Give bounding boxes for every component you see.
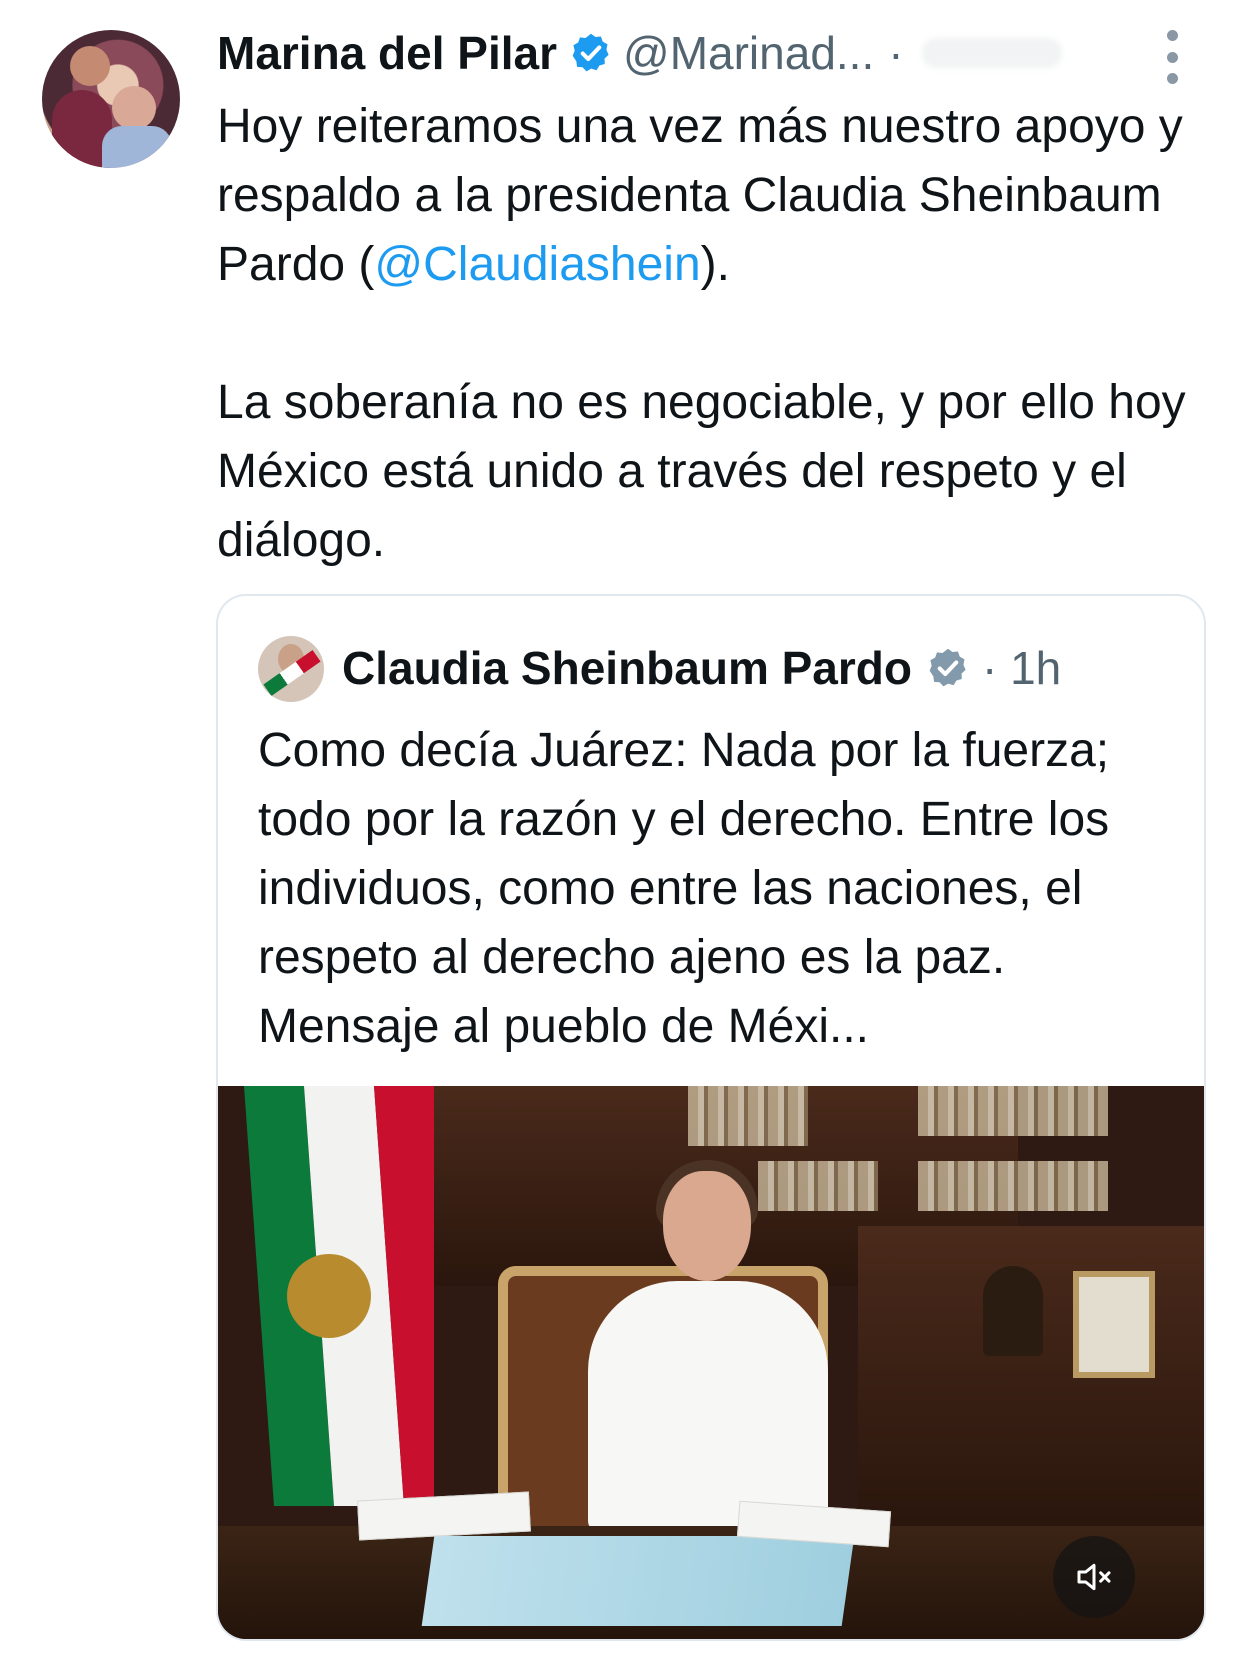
more-vertical-icon[interactable]: [1160, 30, 1184, 84]
quoted-tweet[interactable]: Claudia Sheinbaum Pardo · 1h Como decía …: [216, 594, 1206, 1641]
quoted-author-name[interactable]: Claudia Sheinbaum Pardo: [342, 641, 912, 695]
volume-muted-icon[interactable]: [1053, 1536, 1135, 1618]
verified-badge-icon: [569, 31, 613, 75]
mention-link[interactable]: @Claudiashein: [374, 238, 700, 291]
flag-image: [244, 1086, 434, 1506]
author-name[interactable]: Marina del Pilar: [217, 26, 557, 80]
quoted-avatar[interactable]: [258, 636, 324, 702]
quoted-header: Claudia Sheinbaum Pardo · 1h: [342, 634, 1061, 702]
speaker-face: [663, 1171, 751, 1281]
speaker-body: [588, 1281, 828, 1531]
blurred-timestamp: [921, 38, 1062, 68]
quoted-timestamp[interactable]: · 1h: [982, 641, 1061, 695]
tweet-paragraph-2: La soberanía no es negociable, y por ell…: [217, 376, 1186, 567]
tweet-paragraph-1: Hoy reiteramos una vez más nuestro apoyo…: [217, 92, 1217, 299]
quoted-text: Como decía Juárez: Nada por la fuerza; t…: [258, 724, 1110, 1053]
tweet-text: Hoy reiteramos una vez más nuestro apoyo…: [217, 92, 1217, 575]
author-handle[interactable]: @Marinad...: [623, 26, 874, 80]
tweet-header: Marina del Pilar @Marinad... ·: [217, 22, 1062, 84]
map-on-desk: [421, 1536, 855, 1626]
tweet-text-segment: ).: [700, 238, 730, 291]
picture-frame: [1073, 1271, 1155, 1378]
author-avatar[interactable]: [42, 30, 180, 168]
separator-dot: ·: [888, 27, 904, 79]
verified-badge-gray-icon: [926, 646, 970, 690]
bust-statue: [983, 1266, 1043, 1356]
video-player[interactable]: [218, 1086, 1204, 1639]
